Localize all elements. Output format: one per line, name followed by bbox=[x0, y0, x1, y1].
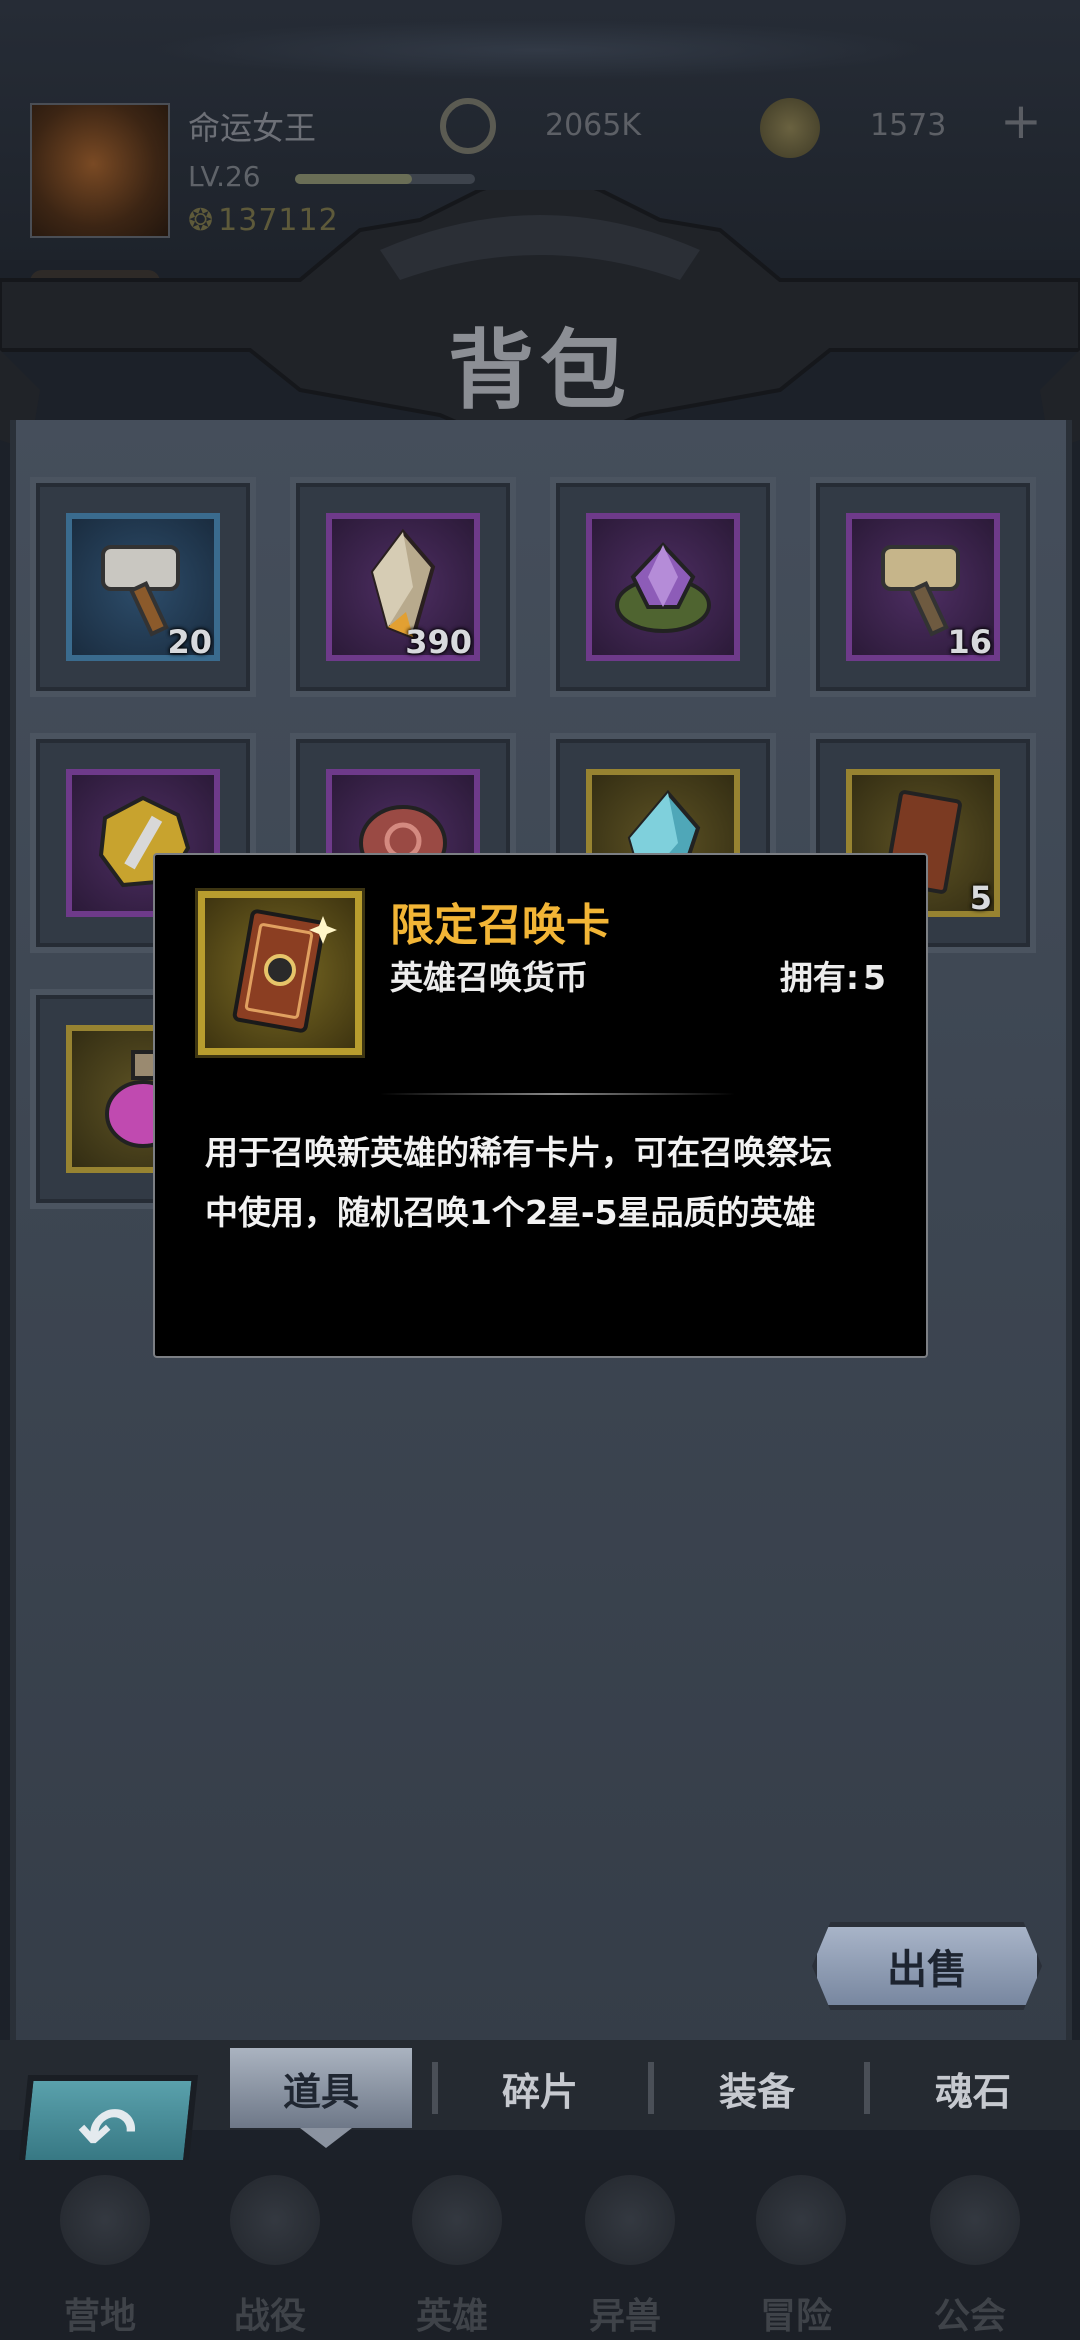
exp-bar bbox=[295, 174, 475, 184]
owned-label: 拥有: bbox=[779, 958, 860, 997]
item-tooltip[interactable]: 限定召唤卡 英雄召唤货币 拥有: 5 用于召唤新英雄的稀有卡片，可在召唤祭坛 中使… bbox=[153, 853, 928, 1358]
item-count: 16 bbox=[947, 623, 992, 661]
tooltip-owned-count: 拥有: 5 bbox=[776, 951, 886, 999]
beast-icon bbox=[585, 2175, 675, 2265]
nav-heroes[interactable]: 英雄 bbox=[372, 2175, 532, 2337]
inventory-slot-4[interactable]: 16 bbox=[810, 477, 1036, 697]
nav-guild[interactable]: 公会 bbox=[890, 2175, 1050, 2337]
hammer-icon bbox=[881, 545, 960, 637]
inventory-slot-1[interactable]: 20 bbox=[30, 477, 256, 697]
tab-separator bbox=[648, 2062, 654, 2114]
inventory-slot-3[interactable] bbox=[550, 477, 776, 697]
tab-soulstones[interactable]: 魂石 bbox=[878, 2048, 1068, 2128]
campaign-icon bbox=[230, 2175, 320, 2265]
rarity-frame bbox=[586, 513, 740, 661]
nav-beasts[interactable]: 异兽 bbox=[545, 2175, 705, 2337]
hero-icon bbox=[412, 2175, 502, 2265]
purple-gem-icon bbox=[615, 542, 711, 633]
adventure-icon bbox=[756, 2175, 846, 2265]
tab-fragments[interactable]: 碎片 bbox=[445, 2048, 635, 2128]
tooltip-item-name: 限定召唤卡 bbox=[390, 900, 610, 951]
tooltip-description: 用于召唤新英雄的稀有卡片，可在召唤祭坛 中使用，随机召唤1个2星-5星品质的英雄 bbox=[205, 1123, 905, 1243]
nav-label: 冒险 bbox=[759, 2296, 832, 2337]
page-title: 背包 bbox=[448, 321, 632, 421]
tab-separator bbox=[432, 2062, 438, 2114]
nav-label: 异兽 bbox=[588, 2296, 661, 2337]
tooltip-item-frame bbox=[198, 891, 362, 1055]
nav-camp[interactable]: 营地 bbox=[20, 2175, 180, 2337]
nav-label: 公会 bbox=[933, 2296, 1006, 2337]
exp-bar-fill bbox=[295, 174, 412, 184]
guild-icon bbox=[930, 2175, 1020, 2265]
tooltip-item-type: 英雄召唤货币 bbox=[390, 958, 588, 997]
resource2-value: 1573 bbox=[870, 108, 947, 143]
hammer-icon bbox=[101, 545, 180, 637]
item-count: 390 bbox=[405, 623, 472, 661]
add-resource-button[interactable]: + bbox=[1000, 96, 1042, 146]
tooltip-divider bbox=[380, 1093, 735, 1095]
resource1-value: 2065K bbox=[545, 108, 642, 143]
item-count: 5 bbox=[969, 879, 992, 917]
tab-equipment[interactable]: 装备 bbox=[662, 2048, 852, 2128]
description-line-2: 中使用，随机召唤1个2星-5星品质的英雄 bbox=[205, 1193, 816, 1232]
active-tab-indicator bbox=[300, 2128, 352, 2148]
player-name: 命运女王 bbox=[188, 109, 317, 147]
gem-cluster-icon bbox=[760, 98, 820, 158]
tab-items[interactable]: 道具 bbox=[230, 2048, 412, 2128]
nav-label: 营地 bbox=[63, 2296, 136, 2337]
nav-campaign[interactable]: 战役 bbox=[190, 2175, 350, 2337]
swirl-coin-icon bbox=[440, 98, 496, 154]
player-level: LV.26 bbox=[188, 160, 261, 193]
nav-label: 英雄 bbox=[415, 2296, 488, 2337]
camp-icon bbox=[60, 2175, 150, 2265]
description-line-1: 用于召唤新英雄的稀有卡片，可在召唤祭坛 bbox=[205, 1133, 832, 1172]
sell-button[interactable]: 出售 bbox=[812, 1922, 1042, 2010]
owned-value: 5 bbox=[863, 958, 886, 997]
sell-button-label: 出售 bbox=[887, 1947, 967, 1993]
nav-label: 战役 bbox=[233, 2296, 306, 2337]
inventory-slot-2[interactable]: 390 bbox=[290, 477, 516, 697]
nav-adventure[interactable]: 冒险 bbox=[716, 2175, 876, 2337]
item-count: 20 bbox=[167, 623, 212, 661]
summon-card-icon bbox=[232, 909, 337, 1033]
tab-separator bbox=[864, 2062, 870, 2114]
